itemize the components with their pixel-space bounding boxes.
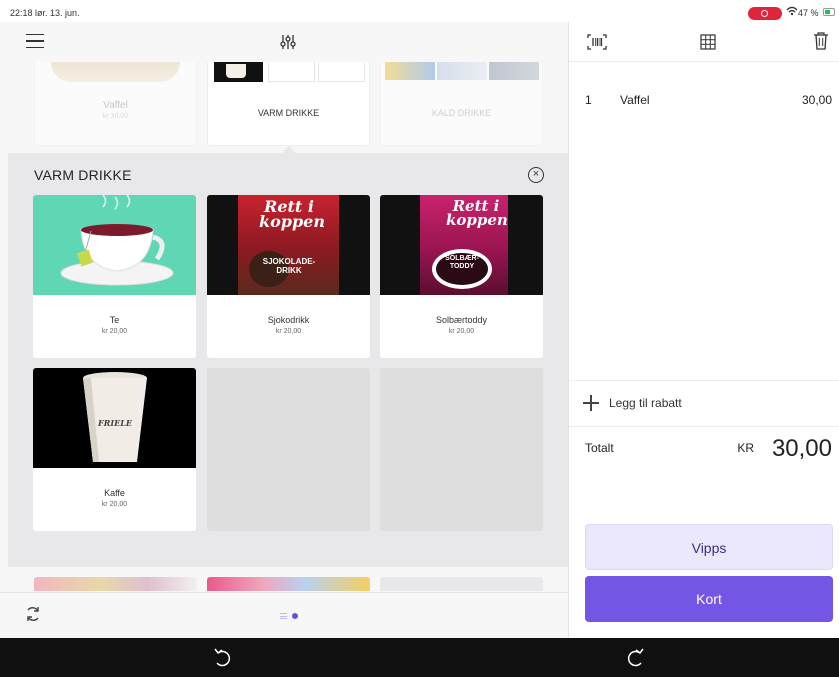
kald-drikke-image <box>381 62 542 82</box>
order-price: 30,00 <box>801 93 832 107</box>
battery-percent: 47 % <box>798 8 819 18</box>
product-price: kr 20,00 <box>275 328 302 335</box>
status-bar: 22:18 lør. 13. jun. 47 % <box>0 0 839 22</box>
product-price: kr 20,00 <box>101 328 128 335</box>
add-discount-button[interactable]: Legg til rabatt <box>569 380 839 427</box>
panel-pointer <box>282 146 296 153</box>
product-name: Solbærtoddy <box>435 315 488 325</box>
order-name: Vaffel <box>620 93 650 107</box>
close-icon[interactable]: × <box>528 167 544 183</box>
battery-icon <box>823 8 835 16</box>
barcode-scan-icon[interactable] <box>587 34 607 50</box>
product-card-kaffe[interactable]: FRIELE Kaffe kr 20,00 <box>33 368 196 531</box>
screen-recording-icon <box>748 7 782 20</box>
varm-drikke-image <box>208 62 369 82</box>
panel-title: VARM DRIKKE <box>34 167 132 183</box>
trash-icon[interactable] <box>813 32 829 50</box>
order-qty: 1 <box>585 93 592 107</box>
product-price: kr 20,00 <box>101 501 128 508</box>
card-payment-button[interactable]: Kort <box>585 576 833 622</box>
category-panel: VARM DRIKKE × Te kr 20,00 Rett i koppen … <box>8 153 568 567</box>
kaffe-image: FRIELE <box>33 368 196 468</box>
product-footer <box>0 592 568 638</box>
cart-toolbar <box>569 22 839 62</box>
product-price: kr 20,00 <box>448 328 475 335</box>
category-tile-vaffel[interactable]: Vaffel kr 30,00 <box>34 62 197 146</box>
sync-icon[interactable] <box>24 605 42 623</box>
sliders-icon[interactable] <box>278 32 298 52</box>
product-name: Te <box>109 315 120 325</box>
category-price: kr 30,00 <box>102 113 129 120</box>
product-name: Sjokodrikk <box>267 315 310 325</box>
wifi-icon <box>786 6 798 19</box>
vaffel-image <box>51 62 180 82</box>
total-row: Totalt KR 30,00 <box>569 427 839 477</box>
total-amount: 30,00 <box>771 435 832 462</box>
status-time: 22:18 lør. 13. jun. <box>10 8 80 18</box>
empty-slot <box>380 368 543 531</box>
product-card-solbaertoddy[interactable]: Rett i koppen SOLBÆR- TODDY Solbærtoddy kr… <box>380 195 543 358</box>
product-name: Kaffe <box>104 488 125 498</box>
category-tile[interactable] <box>34 577 197 591</box>
sjokodrikk-image: Rett i koppen SJOKOLADE- DRIKK <box>207 195 370 295</box>
list-view-icon[interactable] <box>280 613 287 619</box>
category-tile[interactable] <box>380 577 543 591</box>
page-dot-active[interactable] <box>292 613 298 619</box>
product-card-te[interactable]: Te kr 20,00 <box>33 195 196 358</box>
vipps-button[interactable]: Vipps <box>585 524 833 570</box>
product-card-sjokodrikk[interactable]: Rett i koppen SJOKOLADE- DRIKK Sjokodrikk … <box>207 195 370 358</box>
tea-image <box>33 195 196 295</box>
total-currency: KR <box>737 441 754 455</box>
page-indicator[interactable] <box>280 612 304 620</box>
cart-pane: 1 Vaffel 30,00 Legg til rabatt Totalt KR… <box>568 22 839 638</box>
category-row: Vaffel kr 30,00 VARM DRIKKE KALD DRIKKE <box>0 62 568 152</box>
empty-slot <box>207 368 370 531</box>
undo-icon[interactable] <box>212 647 232 669</box>
order-line[interactable]: 1 Vaffel 30,00 <box>569 90 839 110</box>
category-name: Vaffel <box>103 100 128 111</box>
pos-screen: 22:18 lør. 13. jun. 47 % Vaffel kr 30,00… <box>0 0 839 677</box>
category-name: KALD DRIKKE <box>431 108 492 118</box>
category-tile[interactable] <box>207 577 370 591</box>
redo-icon[interactable] <box>626 647 646 669</box>
system-nav-bar <box>0 638 839 677</box>
category-tile-varm-drikke[interactable]: VARM DRIKKE <box>207 62 370 146</box>
total-label: Totalt <box>585 441 614 455</box>
product-pane: Vaffel kr 30,00 VARM DRIKKE KALD DRIKKE … <box>0 22 568 638</box>
plus-icon <box>583 395 599 411</box>
solbaertoddy-image: Rett i koppen SOLBÆR- TODDY <box>380 195 543 295</box>
add-discount-label: Legg til rabatt <box>609 396 682 410</box>
friele-logo: FRIELE <box>98 418 132 428</box>
product-toolbar <box>0 22 568 62</box>
category-row-next <box>0 577 568 591</box>
menu-icon[interactable] <box>26 34 44 48</box>
category-name: VARM DRIKKE <box>257 108 320 118</box>
grid-icon[interactable] <box>700 34 716 50</box>
category-tile-kald-drikke[interactable]: KALD DRIKKE <box>380 62 543 146</box>
